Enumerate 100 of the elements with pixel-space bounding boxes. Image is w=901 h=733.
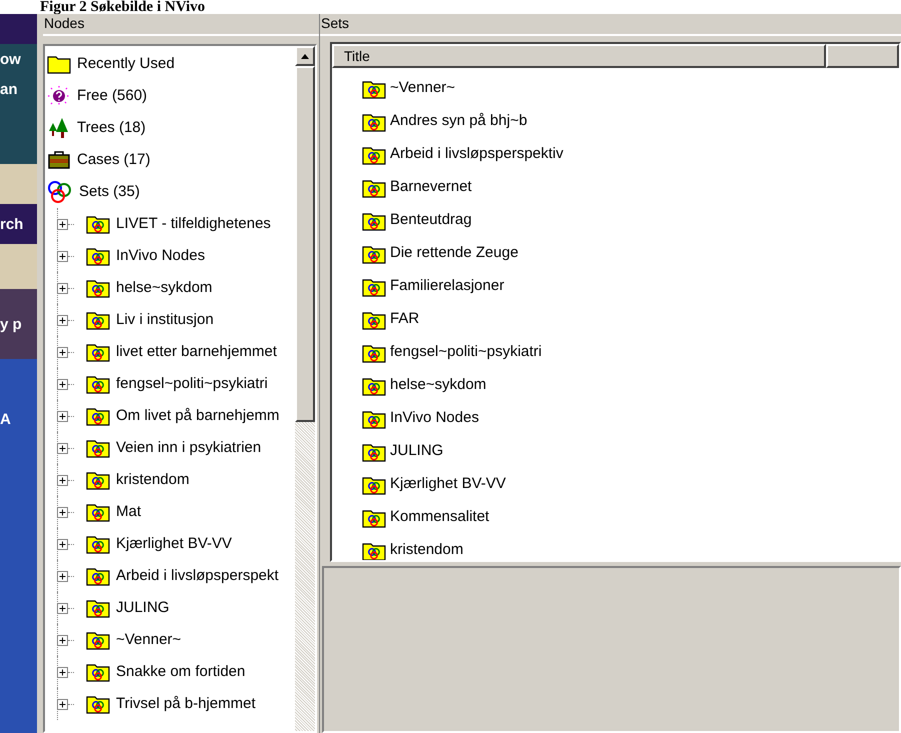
- tree-item[interactable]: LIVET - tilfeldighetenes: [116, 212, 271, 236]
- tree-item[interactable]: Sets (35): [79, 180, 140, 204]
- set-folder-icon: [362, 244, 386, 264]
- list-item[interactable]: FAR: [390, 308, 420, 331]
- set-folder-icon: [362, 508, 386, 528]
- tree-item[interactable]: Recently Used: [77, 52, 175, 76]
- set-folder-icon: [362, 442, 386, 462]
- set-folder-icon: [86, 566, 110, 586]
- tree-item[interactable]: ~Venner~: [116, 628, 182, 652]
- list-item[interactable]: JULING: [390, 440, 444, 463]
- set-folder-icon: [362, 112, 386, 132]
- list-item[interactable]: Benteutdrag: [390, 209, 472, 232]
- expand-icon[interactable]: [57, 474, 68, 486]
- figure-caption: Figur 2 Søkebilde i NVivo: [39, 0, 206, 14]
- set-folder-icon: [86, 694, 110, 714]
- background-window-text: ow: [0, 52, 21, 66]
- set-folder-icon: [362, 276, 386, 296]
- set-folder-icon: [86, 630, 110, 650]
- tree-item[interactable]: kristendom: [116, 468, 190, 492]
- expand-icon[interactable]: [57, 314, 68, 326]
- scroll-up-button[interactable]: [295, 46, 315, 66]
- expand-icon[interactable]: [57, 602, 68, 614]
- set-folder-icon: [86, 662, 110, 682]
- tree-item[interactable]: InVivo Nodes: [116, 244, 205, 268]
- expand-icon[interactable]: [57, 698, 68, 710]
- expand-icon[interactable]: [57, 282, 68, 294]
- expand-icon[interactable]: [57, 506, 68, 518]
- background-window-text: y p: [0, 316, 22, 332]
- tree-item[interactable]: Om livet på barnehjemm: [116, 404, 280, 428]
- set-folder-icon: [86, 214, 110, 234]
- expand-icon[interactable]: [57, 218, 68, 230]
- scroll-thumb[interactable]: [295, 66, 315, 422]
- column-header[interactable]: [826, 44, 899, 68]
- set-folder-icon: [362, 376, 386, 396]
- tree-item[interactable]: Snakke om fortiden: [116, 660, 246, 684]
- list-item[interactable]: InVivo Nodes: [390, 407, 479, 430]
- set-folder-icon: [362, 408, 386, 428]
- expand-icon[interactable]: [57, 378, 68, 390]
- up-arrow-icon: [301, 54, 309, 58]
- tree-item[interactable]: Kjærlighet BV-VV: [116, 532, 232, 556]
- list-item[interactable]: kristendom: [390, 539, 464, 560]
- tree-item[interactable]: Mat: [116, 500, 142, 524]
- tree-item[interactable]: JULING: [116, 596, 170, 620]
- set-folder-icon: [86, 502, 110, 522]
- panel-title: Nodes: [43, 14, 319, 36]
- set-folder-icon: [86, 598, 110, 618]
- list-item[interactable]: Die rettende Zeuge: [390, 242, 518, 265]
- set-folder-icon: [362, 178, 386, 198]
- list-item[interactable]: Arbeid i livsløpsperspektiv: [390, 143, 564, 166]
- tree-item[interactable]: Arbeid i livsløpsperspekt: [116, 564, 279, 588]
- set-folder-icon: [86, 374, 110, 394]
- expand-icon[interactable]: [57, 666, 68, 678]
- set-folder-icon: [362, 210, 386, 230]
- expand-icon[interactable]: [57, 346, 68, 358]
- tree-item[interactable]: Veien inn i psykiatrien: [116, 436, 262, 460]
- set-folder-icon: [362, 474, 386, 494]
- expand-icon[interactable]: [57, 442, 68, 454]
- column-header[interactable]: Title: [332, 44, 826, 68]
- tree-item[interactable]: Cases (17): [77, 148, 150, 172]
- set-folder-icon: [86, 438, 110, 458]
- expand-icon[interactable]: [57, 538, 68, 550]
- tree-item[interactable]: helse~sykdom: [116, 276, 212, 300]
- list-item[interactable]: helse~sykdom: [390, 374, 486, 397]
- set-folder-icon: [362, 342, 386, 362]
- list-item[interactable]: Kjærlighet BV-VV: [390, 473, 506, 496]
- background-window-text: rch: [0, 216, 24, 232]
- set-folder-icon: [86, 310, 110, 330]
- set-folder-icon: [86, 406, 110, 426]
- expand-icon[interactable]: [57, 250, 68, 262]
- tree-item[interactable]: Trivsel på b-hjemmet: [116, 692, 256, 716]
- set-folder-icon: [86, 470, 110, 490]
- expand-icon[interactable]: [57, 570, 68, 582]
- set-folder-icon: [362, 144, 386, 164]
- sets-icon: [47, 180, 73, 204]
- expand-icon[interactable]: [57, 410, 68, 422]
- tree-item[interactable]: Free (560): [77, 84, 148, 108]
- set-folder-icon: [86, 278, 110, 298]
- list-item[interactable]: fengsel~politi~psykiatri: [390, 341, 542, 364]
- tree-item[interactable]: fengsel~politi~psykiatri: [116, 372, 268, 396]
- list-item[interactable]: Familierelasjoner: [390, 275, 504, 298]
- list-item[interactable]: Barnevernet: [390, 176, 472, 199]
- tree-item[interactable]: livet etter barnehjemmet: [116, 340, 277, 364]
- expand-icon[interactable]: [57, 634, 68, 646]
- briefcase-icon: [47, 150, 71, 170]
- list-item[interactable]: Andres syn på bhj~b: [390, 110, 528, 133]
- list-item[interactable]: Kommensalitet: [390, 506, 490, 529]
- background-window-text: an: [0, 82, 18, 96]
- folder-icon: [47, 54, 71, 74]
- vertical-scrollbar[interactable]: [295, 46, 315, 731]
- list-item[interactable]: ~Venner~: [390, 77, 456, 100]
- trees-icon: [47, 117, 71, 139]
- set-folder-icon: [362, 78, 386, 98]
- set-folder-icon: [86, 246, 110, 266]
- set-folder-icon: [362, 540, 386, 560]
- panel-title: Sets: [320, 14, 901, 36]
- tree-item[interactable]: Trees (18): [77, 116, 146, 140]
- set-folder-icon: [86, 534, 110, 554]
- background-window-text: A: [0, 412, 11, 426]
- set-folder-icon: [362, 310, 386, 330]
- tree-item[interactable]: Liv i institusjon: [116, 308, 214, 332]
